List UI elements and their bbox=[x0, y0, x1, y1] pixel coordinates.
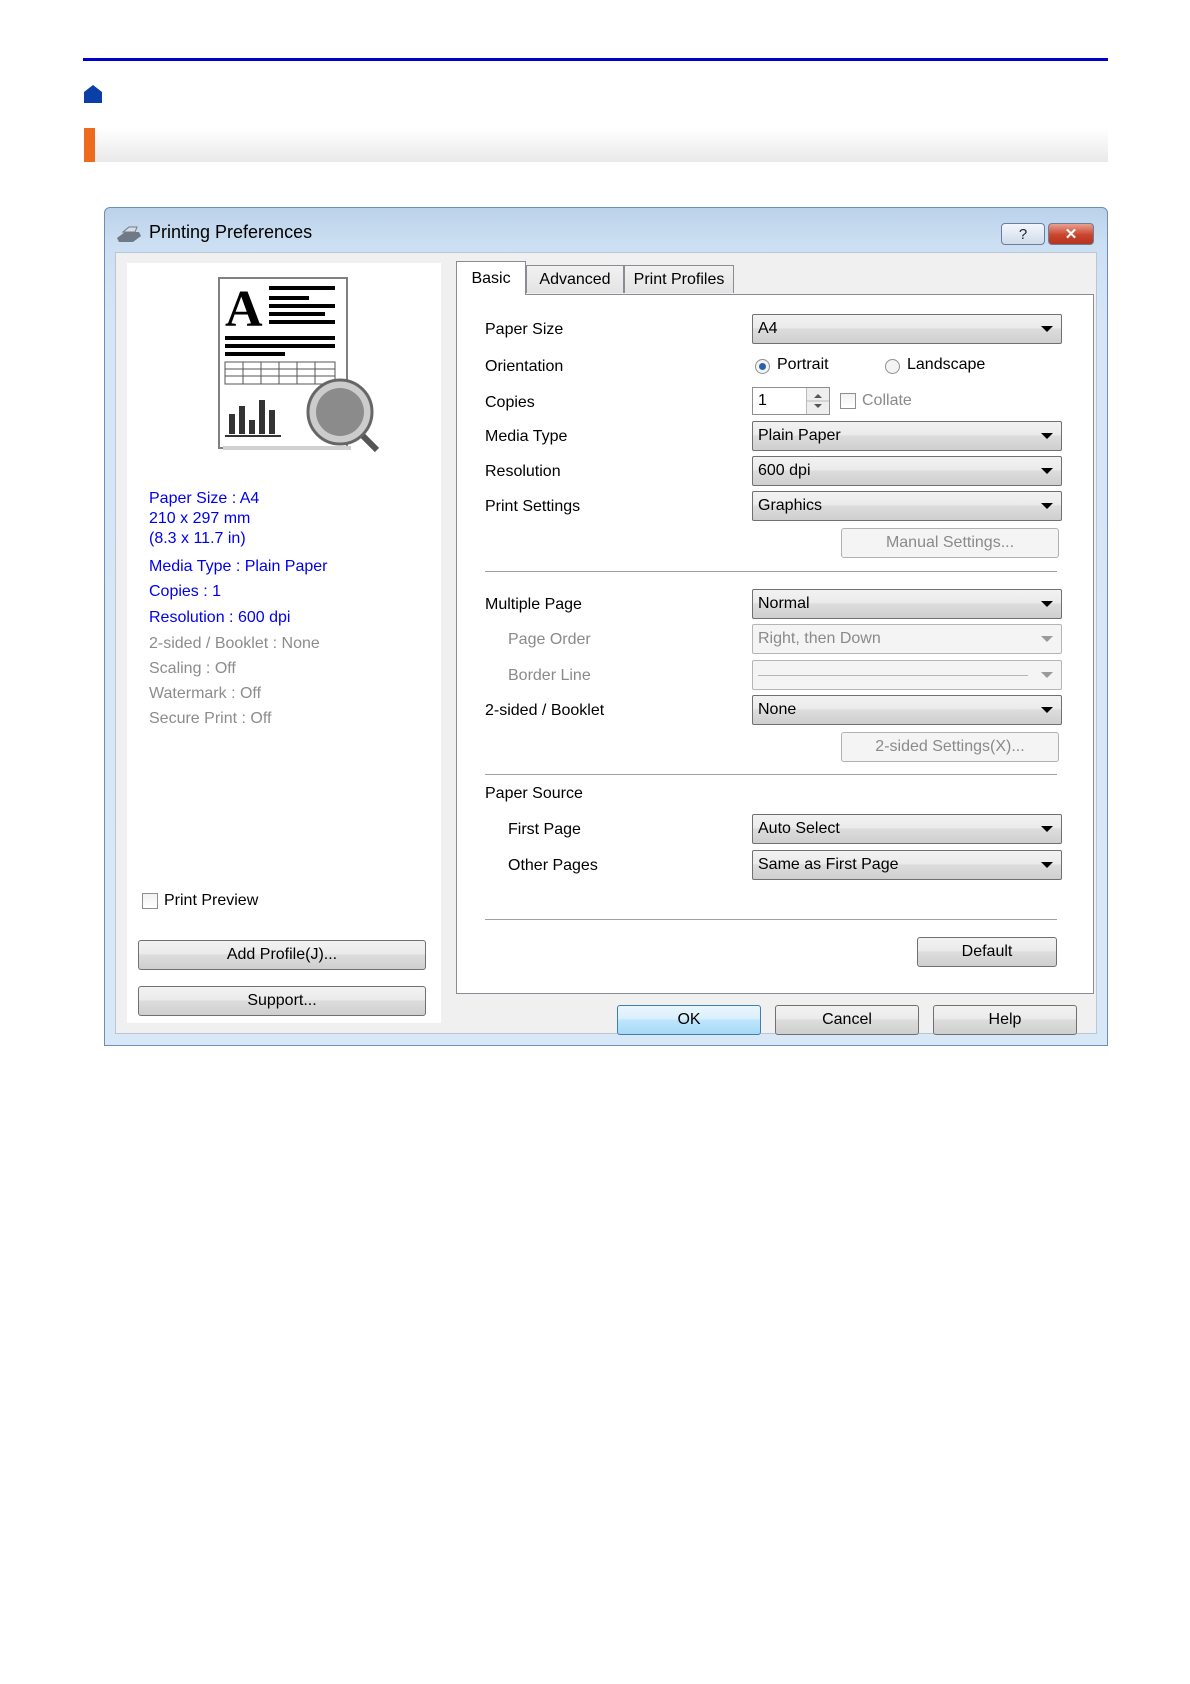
media-type-select[interactable]: Plain Paper bbox=[752, 421, 1062, 451]
summary-paper-mm: 210 x 297 mm bbox=[149, 510, 251, 527]
print-settings-label: Print Settings bbox=[485, 498, 581, 515]
help-button[interactable]: Help bbox=[933, 1005, 1077, 1035]
border-line-select[interactable] bbox=[752, 660, 1062, 690]
spinner-arrows-icon[interactable] bbox=[806, 388, 829, 414]
dialog-client-area: A Paper Size: A4 210 x 297 mm (8.3 x 11… bbox=[115, 252, 1097, 1035]
two-sided-settings-button[interactable]: 2-sided Settings(X)... bbox=[841, 732, 1059, 762]
portrait-radio[interactable] bbox=[755, 359, 770, 374]
printer-icon bbox=[117, 226, 141, 242]
chevron-down-icon bbox=[1041, 862, 1053, 868]
summary-paper-in: (8.3 x 11.7 in) bbox=[149, 530, 246, 547]
paper-source-label: Paper Source bbox=[485, 785, 583, 802]
other-pages-select[interactable]: Same as First Page bbox=[752, 850, 1062, 880]
resolution-select[interactable]: 600 dpi bbox=[752, 456, 1062, 486]
chevron-down-icon bbox=[1041, 326, 1053, 332]
other-pages-label: Other Pages bbox=[508, 857, 598, 874]
resolution-value: 600 dpi bbox=[758, 462, 811, 479]
separator bbox=[485, 774, 1057, 775]
chevron-down-icon bbox=[1041, 601, 1053, 607]
support-button[interactable]: Support... bbox=[138, 986, 426, 1016]
separator bbox=[485, 919, 1057, 920]
separator bbox=[485, 571, 1057, 572]
home-icon[interactable] bbox=[83, 84, 103, 104]
manual-settings-button[interactable]: Manual Settings... bbox=[841, 528, 1059, 558]
page-order-select[interactable]: Right, then Down bbox=[752, 624, 1062, 654]
landscape-radio[interactable] bbox=[885, 359, 900, 374]
add-profile-button[interactable]: Add Profile(J)... bbox=[138, 940, 426, 970]
copies-value: 1 bbox=[758, 392, 767, 409]
border-line-preview bbox=[758, 674, 1028, 676]
print-settings-value: Graphics bbox=[758, 497, 823, 514]
close-button[interactable]: ✕ bbox=[1048, 223, 1094, 245]
chevron-down-icon bbox=[1041, 672, 1053, 678]
copies-spinner[interactable]: 1 bbox=[752, 387, 830, 415]
summary-resolution: Resolution : 600 dpi bbox=[149, 609, 291, 626]
copies-label: Copies bbox=[485, 394, 535, 411]
orientation-label: Orientation bbox=[485, 358, 564, 375]
summary-media-type: Media Type : Plain Paper bbox=[149, 558, 328, 575]
collate-label: Collate bbox=[862, 392, 912, 409]
media-type-value: Plain Paper bbox=[758, 427, 841, 444]
print-preview-label: Print Preview bbox=[164, 892, 259, 909]
chevron-down-icon bbox=[1041, 707, 1053, 713]
window-title: Printing Preferences bbox=[149, 222, 313, 242]
first-page-select[interactable]: Auto Select bbox=[752, 814, 1062, 844]
paper-size-value: A4 bbox=[758, 320, 778, 337]
default-button[interactable]: Default bbox=[917, 937, 1057, 967]
preview-panel: A Paper Size: A4 210 x 297 mm (8.3 x 11… bbox=[127, 263, 441, 1023]
tab-advanced[interactable]: Advanced bbox=[526, 265, 624, 293]
section-heading-bar bbox=[84, 128, 1108, 162]
first-page-label: First Page bbox=[508, 821, 581, 838]
media-type-label: Media Type bbox=[485, 428, 568, 445]
paper-size-label: Paper Size bbox=[485, 321, 564, 338]
two-sided-value: None bbox=[758, 701, 797, 718]
svg-text:A: A bbox=[225, 281, 263, 338]
summary-two-sided: 2-sided / Booklet : None bbox=[149, 635, 320, 652]
multiple-page-select[interactable]: Normal bbox=[752, 589, 1062, 619]
other-pages-value: Same as First Page bbox=[758, 856, 899, 873]
printing-preferences-window: Printing Preferences ? ✕ A Paper Size: … bbox=[104, 207, 1108, 1046]
page-order-value: Right, then Down bbox=[758, 630, 881, 647]
cancel-button[interactable]: Cancel bbox=[775, 1005, 919, 1035]
paper-size-select[interactable]: A4 bbox=[752, 314, 1062, 344]
help-title-button[interactable]: ? bbox=[1001, 223, 1045, 245]
landscape-label: Landscape bbox=[907, 356, 986, 373]
two-sided-select[interactable]: None bbox=[752, 695, 1062, 725]
summary-paper-size: Paper Size : A4 bbox=[149, 490, 260, 507]
two-sided-label: 2-sided / Booklet bbox=[485, 702, 605, 719]
chevron-down-icon bbox=[1041, 826, 1053, 832]
basic-tab-panel: Paper Size A4 Orientation Portrait Lands… bbox=[456, 294, 1094, 994]
multiple-page-label: Multiple Page bbox=[485, 596, 582, 613]
section-accent bbox=[84, 128, 95, 162]
chevron-down-icon bbox=[1041, 636, 1053, 642]
document-preview-icon: A bbox=[218, 277, 380, 453]
border-line-label: Border Line bbox=[508, 667, 591, 684]
top-rule bbox=[83, 58, 1108, 61]
resolution-label: Resolution bbox=[485, 463, 561, 480]
chevron-down-icon bbox=[1041, 433, 1053, 439]
chevron-down-icon bbox=[1041, 503, 1053, 509]
multiple-page-value: Normal bbox=[758, 595, 810, 612]
summary-scaling: Scaling : Off bbox=[149, 660, 236, 677]
collate-checkbox[interactable] bbox=[840, 393, 856, 409]
tab-basic[interactable]: Basic bbox=[456, 261, 526, 295]
print-preview-checkbox[interactable] bbox=[142, 893, 158, 909]
ok-button[interactable]: OK bbox=[617, 1005, 761, 1035]
portrait-label: Portrait bbox=[777, 356, 829, 373]
summary-copies: Copies : 1 bbox=[149, 583, 222, 600]
summary-secure-print: Secure Print : Off bbox=[149, 710, 272, 727]
first-page-value: Auto Select bbox=[758, 820, 840, 837]
page-order-label: Page Order bbox=[508, 631, 591, 648]
summary-watermark: Watermark : Off bbox=[149, 685, 262, 702]
tab-print-profiles[interactable]: Print Profiles bbox=[624, 265, 734, 293]
print-settings-select[interactable]: Graphics bbox=[752, 491, 1062, 521]
chevron-down-icon bbox=[1041, 468, 1053, 474]
